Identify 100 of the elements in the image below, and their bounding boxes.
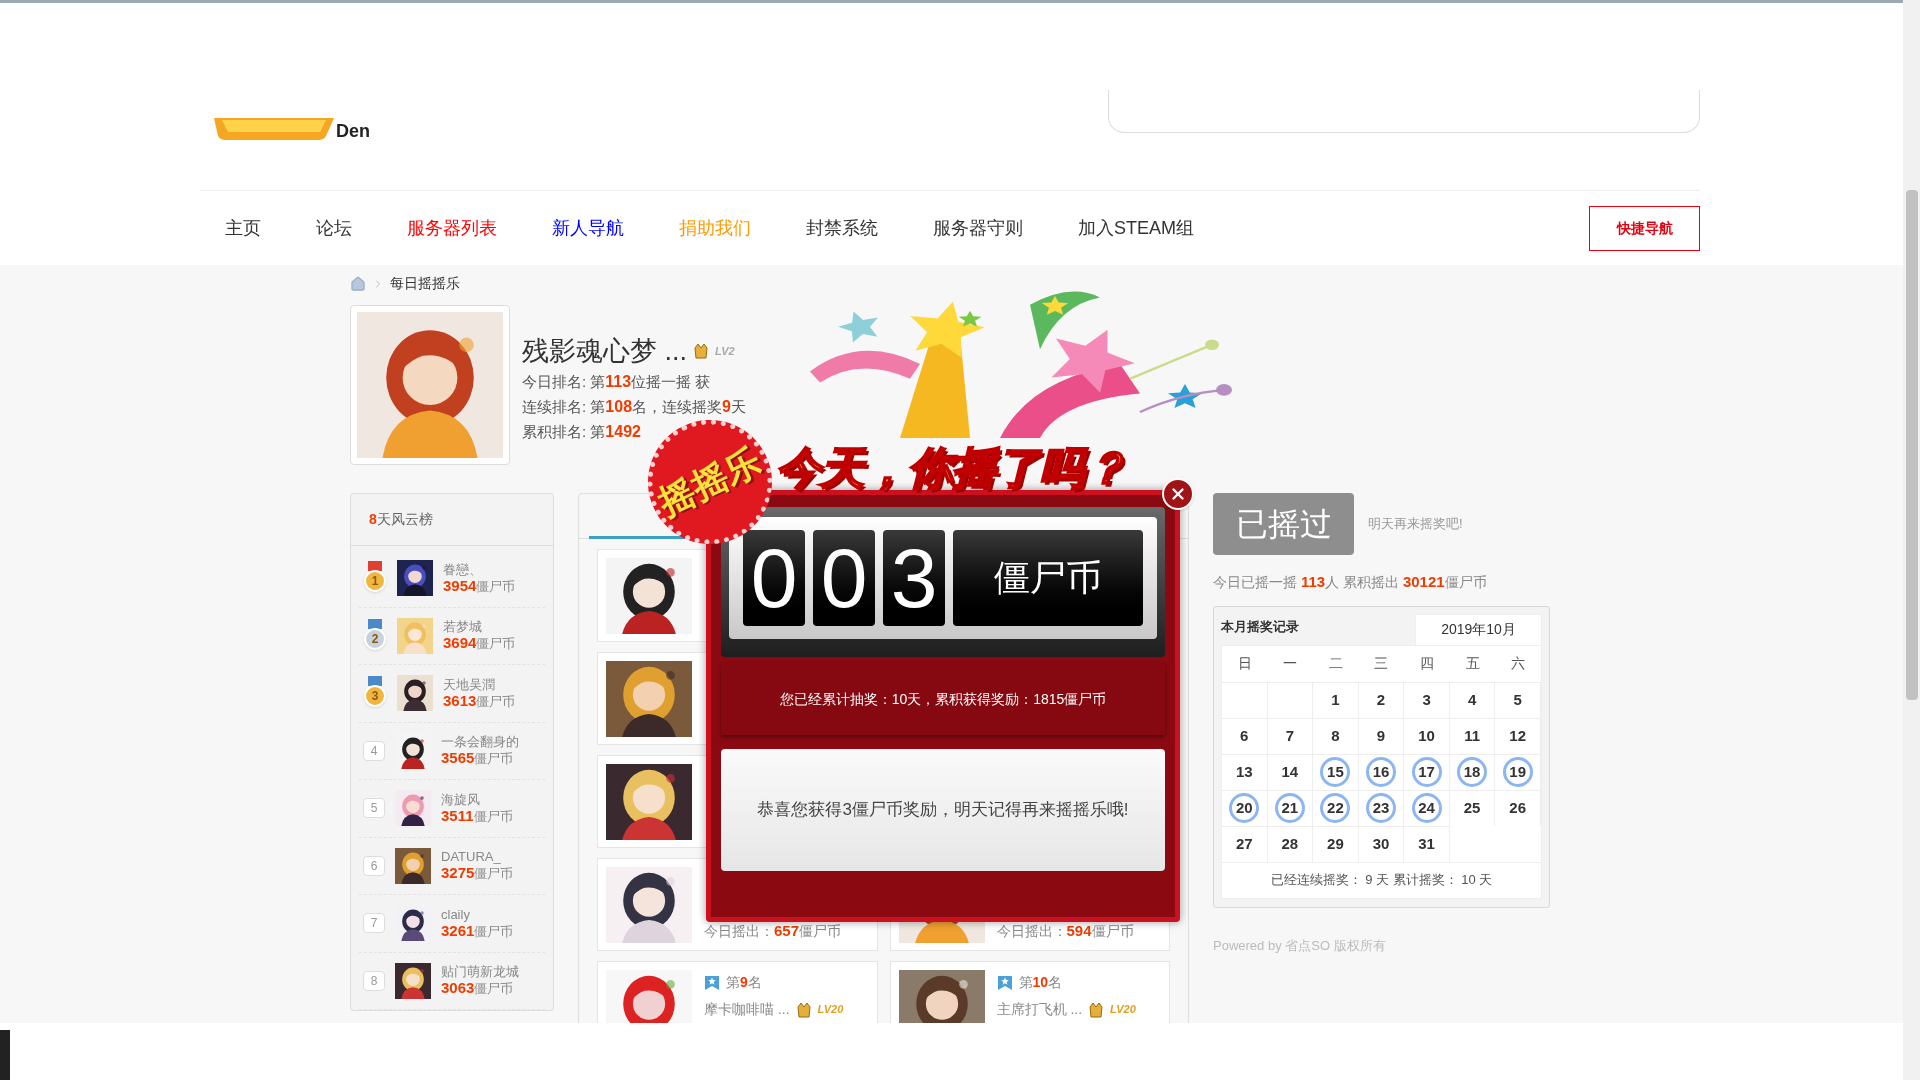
- nav-link[interactable]: 论坛: [316, 214, 352, 242]
- calendar-day: 13: [1229, 757, 1260, 787]
- stamped-day: 19: [1502, 757, 1533, 787]
- today-amount: 今日摇出：657僵尸币: [704, 920, 842, 941]
- rank-number: 6: [363, 855, 385, 876]
- dark-edge-bar: [0, 1030, 10, 1080]
- player-name: 一条会翻身的: [441, 734, 519, 751]
- rank-number: 4: [363, 740, 385, 761]
- crown-icon: [795, 1000, 812, 1019]
- player-name: 眷戀、: [443, 561, 483, 578]
- counter-digit: 0: [743, 530, 805, 626]
- coin-amount: 3565僵尸币: [441, 750, 515, 768]
- calendar-day: 5: [1502, 685, 1533, 715]
- star-bookmark-icon: [996, 974, 1013, 991]
- message-box: 恭喜您获得3僵尸币奖励，明天记得再来摇摇乐哦!: [721, 749, 1165, 871]
- rank-label: 第9名: [726, 973, 762, 992]
- coin-amount: 3613僵尸币: [443, 692, 516, 710]
- close-icon: [1169, 485, 1187, 503]
- calendar-day: 28: [1274, 829, 1305, 859]
- panel-title: 8天风云榜: [369, 510, 433, 529]
- stamped-day: 24: [1411, 793, 1442, 823]
- calendar-summary: 已经连续摇奖： 9 天 累计摇奖： 10 天: [1270, 871, 1493, 890]
- coin-amount: 3261僵尸币: [441, 922, 514, 940]
- coin-amount: 3954僵尸币: [443, 577, 516, 595]
- player-name: claily: [441, 906, 471, 923]
- rank-label: 第10名: [1018, 973, 1063, 992]
- player-name: 若梦城: [443, 619, 483, 636]
- level-label: LV20: [1110, 1002, 1136, 1018]
- calendar-day: 30: [1366, 829, 1396, 859]
- calendar-title: 本月摇奖记录: [1221, 618, 1299, 636]
- weekday-label: 五: [1464, 654, 1481, 673]
- nav-link[interactable]: 封禁系统: [806, 214, 878, 242]
- calendar-day: 9: [1366, 721, 1396, 751]
- hint-text: 明天再来摇奖吧!: [1368, 515, 1463, 534]
- stamped-day: 17: [1411, 757, 1442, 787]
- quick-nav-button[interactable]: 快捷导航: [1589, 205, 1700, 251]
- calendar-day: 2: [1366, 685, 1396, 715]
- scrollbar-thumb[interactable]: [1905, 190, 1918, 700]
- nav-link[interactable]: 新人导航: [552, 214, 624, 242]
- calendar-day: 6: [1229, 721, 1260, 751]
- nav-link[interactable]: 加入STEAM组: [1078, 214, 1194, 242]
- calendar-day: 4: [1457, 685, 1488, 715]
- player-name: 贴门萌新龙城: [441, 964, 519, 981]
- totals-text: 今日已摇一摇 113人 累积摇出 30121僵尸币: [1213, 572, 1488, 592]
- counter-digit: 3: [883, 530, 945, 626]
- calendar-day: 27: [1229, 829, 1260, 859]
- crown-icon: [1088, 1000, 1105, 1019]
- player-name: 海旋风: [441, 791, 481, 808]
- rank-number: 7: [363, 913, 385, 934]
- level-label: LV2: [715, 343, 735, 359]
- stamped-day: 21: [1274, 793, 1305, 823]
- today-amount: 今日摇出：594僵尸币: [996, 920, 1134, 941]
- nav-link[interactable]: 服务器列表: [407, 214, 497, 242]
- player-name: DATURA_: [441, 849, 502, 866]
- calendar-day: 31: [1411, 829, 1442, 859]
- calendar-day: 12: [1502, 721, 1533, 751]
- stamped-day: 22: [1320, 793, 1351, 823]
- calendar-day: 1: [1320, 685, 1351, 715]
- weekday-label: 日: [1236, 654, 1253, 673]
- calendar-day: 3: [1411, 685, 1442, 715]
- weekday-label: 二: [1327, 654, 1344, 673]
- calendar-day: 11: [1457, 721, 1488, 751]
- weekday-label: 三: [1373, 654, 1390, 673]
- coin-amount: 3275僵尸币: [441, 865, 514, 883]
- coin-amount: 3694僵尸币: [443, 635, 516, 653]
- rank-stat: 今日排名: 第113位摇一摇 获: [522, 372, 712, 392]
- calendar-day: 25: [1457, 793, 1488, 823]
- stamped-day: 16: [1366, 757, 1396, 787]
- coin-amount: 3511僵尸币: [441, 807, 513, 825]
- nav-link[interactable]: 服务器守则: [933, 214, 1023, 242]
- footer-text: Powered by 省点SO 版权所有: [1213, 936, 1387, 955]
- player-name: 摩卡咖啡喵 ...: [704, 1000, 790, 1019]
- calendar-day: 29: [1320, 829, 1351, 859]
- counter-unit: 僵尸币: [953, 530, 1143, 626]
- nav-link[interactable]: 主页: [225, 214, 261, 242]
- level-label: LV20: [817, 1002, 844, 1018]
- coin-amount: 3063僵尸币: [441, 980, 515, 998]
- star-bookmark-icon: [704, 974, 720, 991]
- weekday-label: 四: [1419, 654, 1436, 673]
- logo-text: Den: [336, 122, 370, 140]
- month-label: 2019年10月: [1415, 613, 1542, 645]
- summary-banner: 您已经累计抽奖：10天，累积获得奖励：1815僵尸币: [721, 663, 1165, 735]
- search-field[interactable]: [1108, 90, 1700, 133]
- crown-icon: [693, 342, 709, 360]
- calendar-day: 10: [1411, 721, 1442, 751]
- stamped-day: 23: [1366, 793, 1396, 823]
- weekday-label: 一: [1282, 654, 1299, 673]
- home-icon[interactable]: [350, 275, 366, 292]
- weekday-label: 六: [1510, 654, 1527, 673]
- calendar-day: 7: [1274, 721, 1305, 751]
- player-name: 天地吴潤: [443, 676, 496, 693]
- calendar-day: 14: [1274, 757, 1305, 787]
- breadcrumb-current: 每日摇摇乐: [390, 274, 460, 293]
- calendar-day: 8: [1320, 721, 1351, 751]
- counter-digit: 0: [813, 530, 875, 626]
- rank-number: 8: [363, 970, 385, 991]
- player-name: 主席打飞机 ...: [996, 1000, 1083, 1019]
- stamped-day: 20: [1229, 793, 1260, 823]
- calendar-day: 26: [1502, 793, 1533, 823]
- stamped-day: 18: [1457, 757, 1488, 787]
